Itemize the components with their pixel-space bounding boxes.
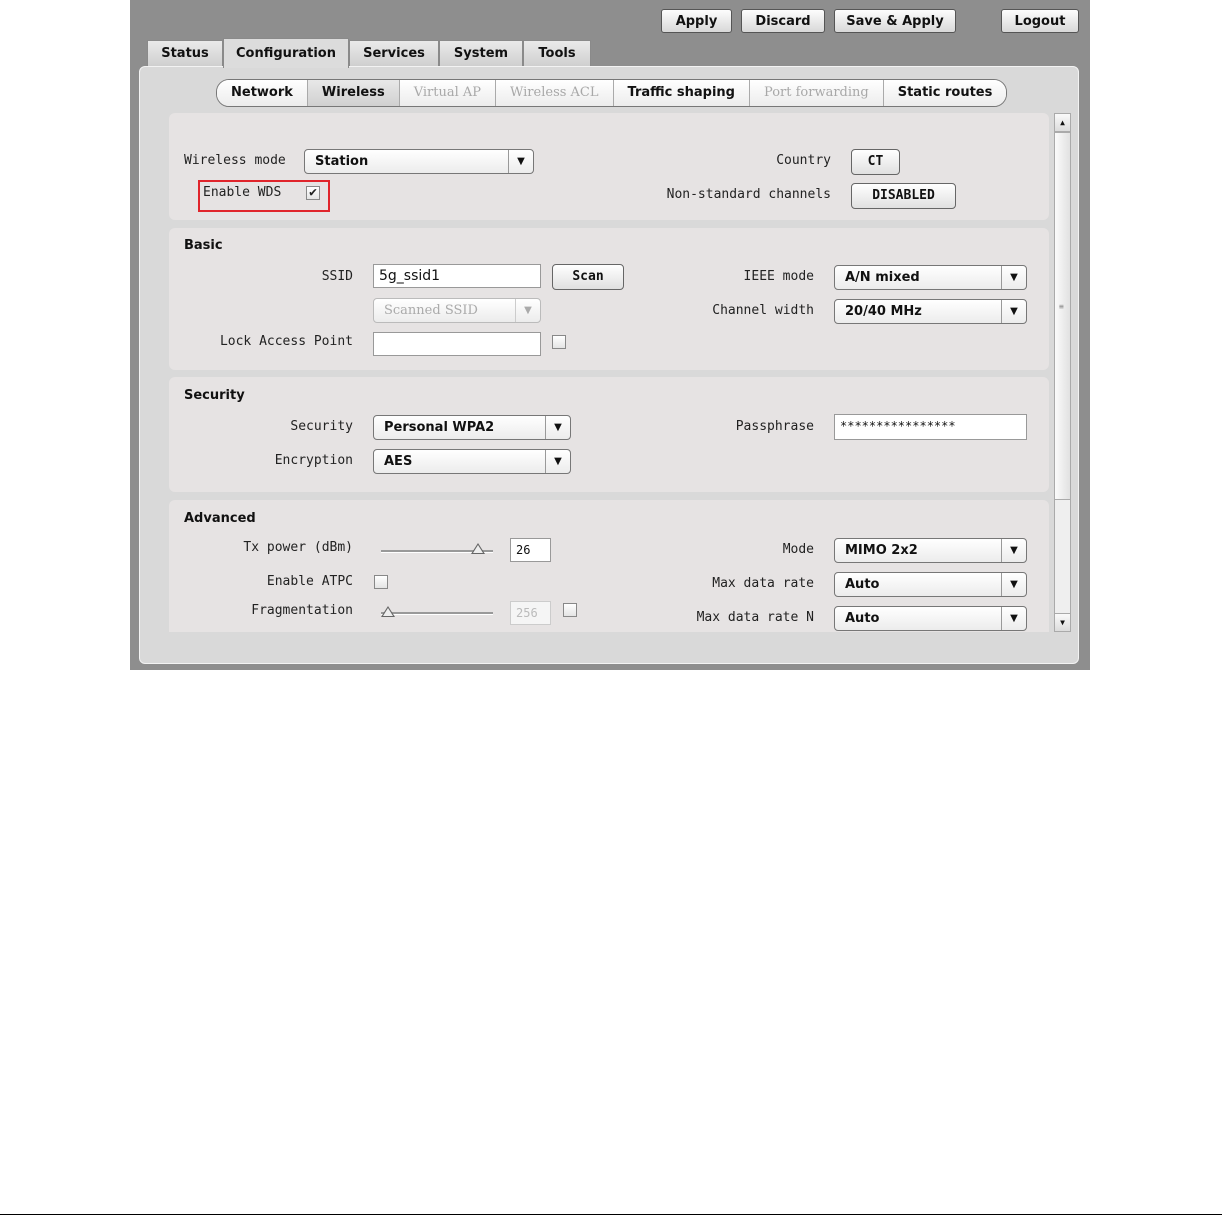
ssid-label: SSID xyxy=(321,269,353,284)
chevron-down-icon: ▼ xyxy=(1001,607,1026,630)
wireless-mode-value: Station xyxy=(315,154,369,169)
discard-button[interactable]: Discard xyxy=(741,9,825,33)
subtab-wireless-acl: Wireless ACL xyxy=(496,80,614,106)
tx-power-label: Tx power (dBm) xyxy=(243,540,353,555)
security-label: Security xyxy=(290,419,353,434)
encryption-select[interactable]: AES ▼ xyxy=(373,449,571,474)
grip-icon: ≡ xyxy=(1059,302,1064,311)
scroll-down-icon[interactable]: ▼ xyxy=(1055,613,1070,631)
tab-services[interactable]: Services xyxy=(349,40,439,66)
lock-ap-label: Lock Access Point xyxy=(219,334,353,349)
max-data-rate-n-value: Auto xyxy=(845,611,880,626)
tx-power-input[interactable]: 26 xyxy=(510,538,551,562)
subtab-traffic-shaping[interactable]: Traffic shaping xyxy=(613,80,750,106)
security-value: Personal WPA2 xyxy=(384,420,495,435)
passphrase-label: Passphrase xyxy=(735,419,814,434)
fragmentation-slider-handle[interactable] xyxy=(381,606,395,617)
apply-button[interactable]: Apply xyxy=(661,9,732,33)
enable-atpc-checkbox[interactable] xyxy=(374,575,388,589)
ssid-input[interactable]: 5g_ssid1 xyxy=(373,264,541,288)
chevron-down-icon: ▼ xyxy=(1001,539,1026,562)
tx-power-slider-handle[interactable] xyxy=(471,543,486,554)
max-data-rate-n-select[interactable]: Auto ▼ xyxy=(834,606,1027,631)
scanned-ssid-select: Scanned SSID ▼ xyxy=(373,298,541,323)
channel-width-value: 20/40 MHz xyxy=(845,304,922,319)
fragmentation-slider[interactable] xyxy=(381,612,493,615)
fragmentation-checkbox[interactable] xyxy=(563,603,577,617)
max-data-rate-select[interactable]: Auto ▼ xyxy=(834,572,1027,597)
chevron-down-icon: ▼ xyxy=(545,450,570,473)
channel-width-label: Channel width xyxy=(712,303,814,318)
chevron-down-icon: ▼ xyxy=(1001,300,1026,323)
fragmentation-label: Fragmentation xyxy=(251,603,353,618)
country-label: Country xyxy=(776,153,831,168)
tab-system[interactable]: System xyxy=(439,40,523,66)
subtab-virtual-ap: Virtual AP xyxy=(399,80,497,106)
mode-value: MIMO 2x2 xyxy=(845,543,918,558)
channel-width-select[interactable]: 20/40 MHz ▼ xyxy=(834,299,1027,324)
lock-ap-checkbox[interactable] xyxy=(552,335,566,349)
mode-label: Mode xyxy=(782,542,814,557)
subtab-port-forwarding: Port forwarding xyxy=(749,80,884,106)
subtab-network[interactable]: Network xyxy=(217,80,308,106)
tab-configuration[interactable]: Configuration xyxy=(223,38,349,68)
advanced-title: Advanced xyxy=(184,511,256,526)
scrollbar-thumb[interactable]: ≡ xyxy=(1055,132,1070,500)
scanned-ssid-value: Scanned SSID xyxy=(384,303,478,318)
highlight-box xyxy=(198,180,330,212)
panel-footer xyxy=(160,632,1060,662)
lock-ap-input[interactable] xyxy=(373,332,541,356)
ieee-mode-value: A/N mixed xyxy=(845,270,920,285)
ieee-mode-select[interactable]: A/N mixed ▼ xyxy=(834,265,1027,290)
passphrase-input[interactable]: **************** xyxy=(834,414,1027,440)
nonstandard-channels-label: Non-standard channels xyxy=(666,187,831,202)
logout-button[interactable]: Logout xyxy=(1001,9,1079,33)
subtab-wireless[interactable]: Wireless xyxy=(307,80,400,106)
security-select[interactable]: Personal WPA2 ▼ xyxy=(373,415,571,440)
scroll-up-icon[interactable]: ▲ xyxy=(1055,114,1070,132)
chevron-down-icon: ▼ xyxy=(1001,573,1026,596)
fragmentation-input: 256 xyxy=(510,601,551,625)
tab-status[interactable]: Status xyxy=(147,40,223,66)
basic-title: Basic xyxy=(184,238,223,253)
mode-select[interactable]: MIMO 2x2 ▼ xyxy=(834,538,1027,563)
tab-tools[interactable]: Tools xyxy=(523,40,591,66)
wireless-mode-label: Wireless mode xyxy=(184,153,286,168)
page-divider xyxy=(0,1214,1222,1215)
save-apply-button[interactable]: Save & Apply xyxy=(834,9,956,33)
country-button[interactable]: CT xyxy=(851,149,900,175)
wireless-mode-select[interactable]: Station ▼ xyxy=(304,149,534,174)
sub-navigation: Network Wireless Virtual AP Wireless ACL… xyxy=(216,79,1008,107)
encryption-label: Encryption xyxy=(274,453,353,468)
chevron-down-icon: ▼ xyxy=(515,299,540,322)
encryption-value: AES xyxy=(384,454,413,469)
security-title: Security xyxy=(184,388,245,403)
max-data-rate-label: Max data rate xyxy=(712,576,814,591)
chevron-down-icon: ▼ xyxy=(545,416,570,439)
chevron-down-icon: ▼ xyxy=(508,150,533,173)
max-data-rate-value: Auto xyxy=(845,577,880,592)
subtab-static-routes[interactable]: Static routes xyxy=(883,80,1007,106)
enable-atpc-label: Enable ATPC xyxy=(266,574,353,589)
ieee-mode-label: IEEE mode xyxy=(743,269,814,284)
vertical-scrollbar[interactable]: ▲ ≡ ▼ xyxy=(1054,113,1071,632)
max-data-rate-n-label: Max data rate N xyxy=(696,610,814,625)
scan-button[interactable]: Scan xyxy=(552,264,624,290)
nonstandard-channels-button[interactable]: DISABLED xyxy=(851,183,956,209)
chevron-down-icon: ▼ xyxy=(1001,266,1026,289)
